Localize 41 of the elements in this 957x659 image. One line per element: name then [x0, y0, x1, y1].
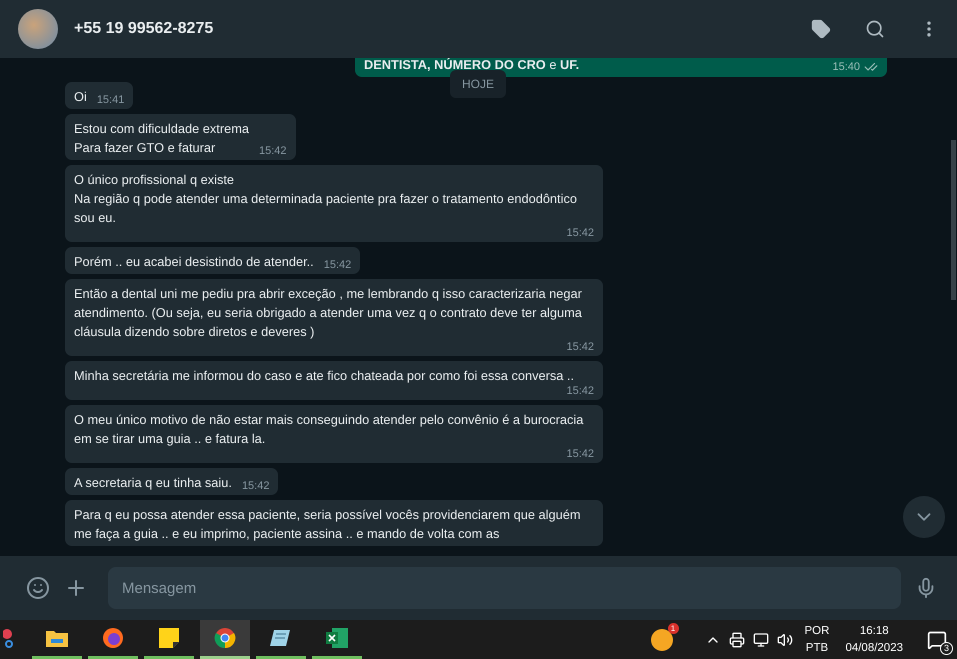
message-time: 15:42 [566, 448, 594, 460]
notification-count: 3 [940, 642, 953, 654]
message-text: Então a dental uni me pediu pra abrir exceção , me lembrando q isso caracterizaria negar atendimento. (Ou seja, eu seria obrigado a atender uma vez q o contrato deve ter alguma cláusula dizendo sobre diretos e deveres ) [74, 285, 583, 341]
emoji-icon[interactable] [26, 576, 50, 600]
contact-name: +55 19 99562-8275 [74, 20, 214, 38]
input-language[interactable]: POR PTB [804, 622, 830, 656]
message-text: Oi [74, 88, 87, 106]
message-time: 15:42 [566, 227, 594, 239]
contact-avatar[interactable] [18, 9, 58, 49]
message-time: 15:40 [832, 61, 860, 73]
notifications-icon[interactable] [927, 630, 947, 650]
message-text: Estou com dificuldade extrema Para fazer GTO e faturar [74, 120, 249, 157]
message-time: 15:41 [96, 94, 124, 106]
message-time: 15:42 [566, 385, 594, 397]
notification-count: 1 [668, 622, 679, 634]
message-time: 15:42 [242, 480, 270, 492]
folder-icon [46, 629, 68, 647]
search-icon[interactable] [865, 19, 885, 39]
message-time: 15:42 [566, 341, 594, 353]
browser-globe-icon [102, 627, 124, 649]
taskbar-app-button[interactable] [200, 620, 250, 659]
clock[interactable]: 16:18 04/08/2023 [845, 622, 903, 656]
label-icon[interactable] [811, 19, 831, 39]
volume-icon[interactable] [776, 632, 793, 648]
message-text: O meu único motivo de não estar mais conseguindo atender pelo convênio é a burocracia em se tirar uma guia .. e fatura la. [74, 411, 584, 448]
sticky-note-icon [159, 628, 179, 648]
message-text: Minha secretária me informou do caso e ate fico chateada por como foi essa conversa .. [74, 367, 574, 385]
date-badge: HOJE [450, 70, 506, 98]
message-text: Porém .. eu acabei desistindo de atender.. [74, 253, 314, 271]
spreadsheet-icon [326, 628, 348, 648]
message-input[interactable]: Mensagem [108, 567, 901, 609]
message-text: Para q eu possa atender essa paciente, seria possível vocês providenciarem que alguém me faça a guia .. e eu imprimo, paciente assina .. e mando de volta com as [74, 506, 582, 543]
network-icon[interactable] [752, 632, 769, 648]
notepad-icon [270, 628, 292, 648]
message-time: 15:42 [258, 145, 287, 157]
tray-app-icon[interactable] [650, 628, 673, 650]
message-text: O único profissional q existe Na região q pode atender uma determinada paciente pra fazer o tratamento endodôntico sou eu. [74, 171, 578, 227]
message-time: 15:42 [324, 259, 352, 271]
chrome-logo-icon [214, 627, 236, 649]
device-icon[interactable] [728, 632, 745, 648]
message-text: A secretaria q eu tinha saiu. [74, 474, 232, 492]
